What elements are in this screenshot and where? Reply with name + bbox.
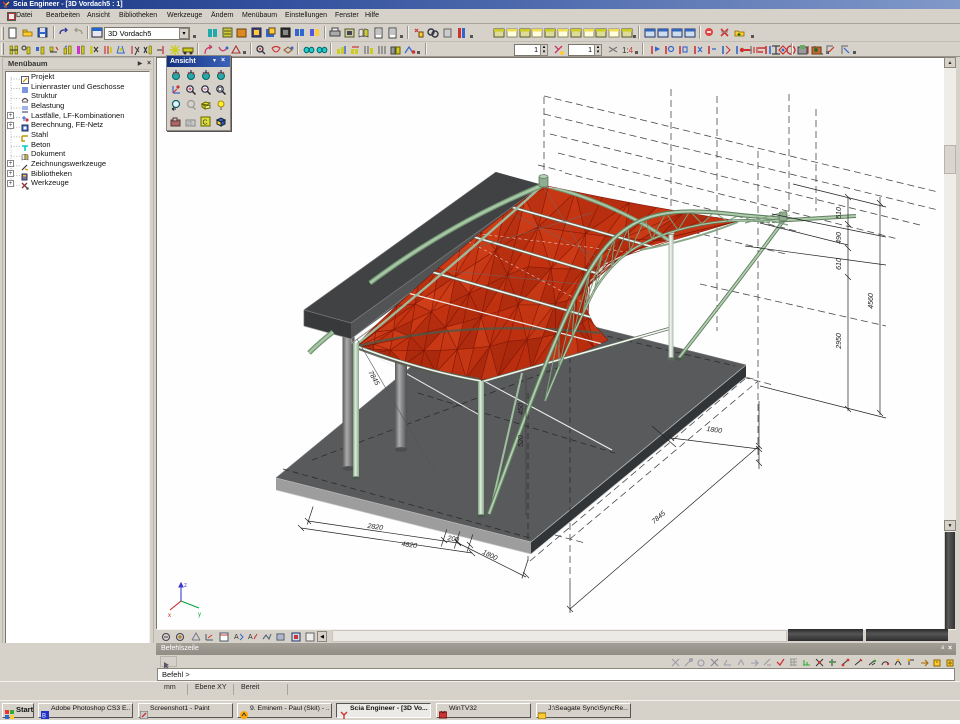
svg-text:A: A <box>234 634 239 641</box>
svg-text:B: B <box>42 714 46 720</box>
svg-text:4560: 4560 <box>868 293 875 309</box>
svg-text:610: 610 <box>836 258 843 270</box>
svg-text:490: 490 <box>836 232 843 244</box>
svg-text:C: C <box>203 120 208 127</box>
svg-text:25: 25 <box>187 121 193 127</box>
svg-text:520: 520 <box>518 435 525 447</box>
svg-text:A: A <box>248 634 253 641</box>
svg-text:y: y <box>198 612 201 618</box>
svg-text:x: x <box>168 613 171 619</box>
svg-text:2950: 2950 <box>836 333 843 350</box>
svg-text:1:4: 1:4 <box>622 46 633 55</box>
svg-text:450: 450 <box>518 403 525 415</box>
svg-text:510: 510 <box>836 207 843 219</box>
svg-text:z: z <box>184 583 187 589</box>
